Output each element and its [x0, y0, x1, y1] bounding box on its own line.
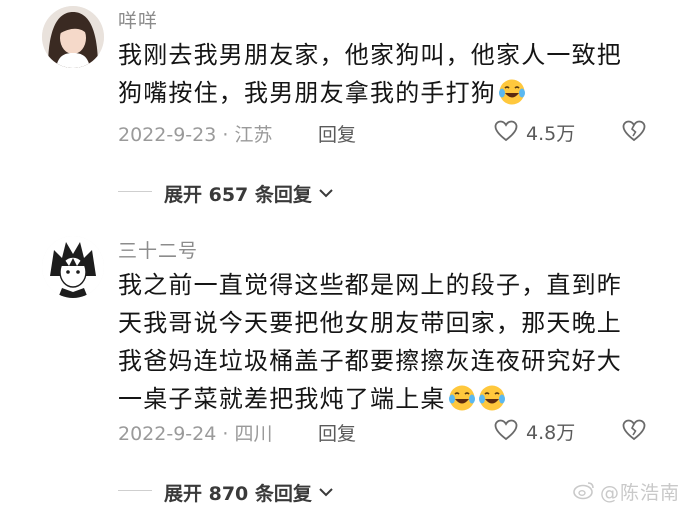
- like-button[interactable]: 4.5万: [494, 119, 575, 146]
- avatar[interactable]: [42, 236, 104, 298]
- heart-outline-icon: [494, 419, 518, 445]
- expand-replies-button[interactable]: 展开 870 条回复: [164, 479, 334, 506]
- comment-line: 狗嘴按住，我男朋友拿我的手打狗: [118, 74, 658, 117]
- dislike-button[interactable]: [622, 419, 646, 445]
- expand-replies-label: 展开 870 条回复: [164, 483, 312, 505]
- broken-heart-icon: [622, 419, 646, 445]
- username[interactable]: 咩咩: [118, 6, 158, 33]
- like-button[interactable]: 4.8万: [494, 418, 575, 445]
- divider: [118, 490, 152, 491]
- comment-line: 我刚去我男朋友家，他家狗叫，他家人一致把: [118, 41, 622, 69]
- expand-replies-button[interactable]: 展开 657 条回复: [164, 180, 334, 207]
- like-count: 4.5万: [526, 123, 576, 145]
- expand-replies-label: 展开 657 条回复: [164, 184, 312, 206]
- comment-text: 我刚去我男朋友家，他家狗叫，他家人一致把 狗嘴按住，我男朋友拿我的手打狗: [118, 36, 658, 117]
- divider: [118, 191, 152, 192]
- chevron-down-icon: [318, 483, 334, 502]
- reply-button[interactable]: 回复: [318, 419, 356, 446]
- watermark-text: @陈浩南: [599, 482, 680, 504]
- avatar[interactable]: [42, 6, 104, 68]
- comment-line: 我爸妈连垃圾桶盖子都要擦擦灰连夜研究好大: [118, 347, 622, 375]
- date-location: 2022-9-24 · 四川: [118, 423, 273, 445]
- chevron-down-icon: [318, 184, 334, 203]
- laughing-crying-emoji: [498, 78, 526, 117]
- weibo-logo-icon: [572, 480, 596, 504]
- username[interactable]: 三十二号: [118, 236, 198, 263]
- heart-outline-icon: [494, 120, 518, 146]
- laughing-crying-emoji: [448, 384, 476, 423]
- comment-line: 一桌子菜就差把我炖了端上桌: [118, 380, 658, 423]
- comment-text: 我之前一直觉得这些都是网上的段子，直到昨 天我哥说今天要把他女朋友带回家，那天晚…: [118, 266, 658, 423]
- comment-line: 天我哥说今天要把他女朋友带回家，那天晚上: [118, 309, 622, 337]
- like-count: 4.8万: [526, 422, 576, 444]
- watermark: @陈浩南: [572, 478, 680, 505]
- broken-heart-icon: [622, 120, 646, 146]
- reply-button[interactable]: 回复: [318, 120, 356, 147]
- comment-line: 我之前一直觉得这些都是网上的段子，直到昨: [118, 271, 622, 299]
- dislike-button[interactable]: [622, 120, 646, 146]
- date-location: 2022-9-23 · 江苏: [118, 124, 273, 146]
